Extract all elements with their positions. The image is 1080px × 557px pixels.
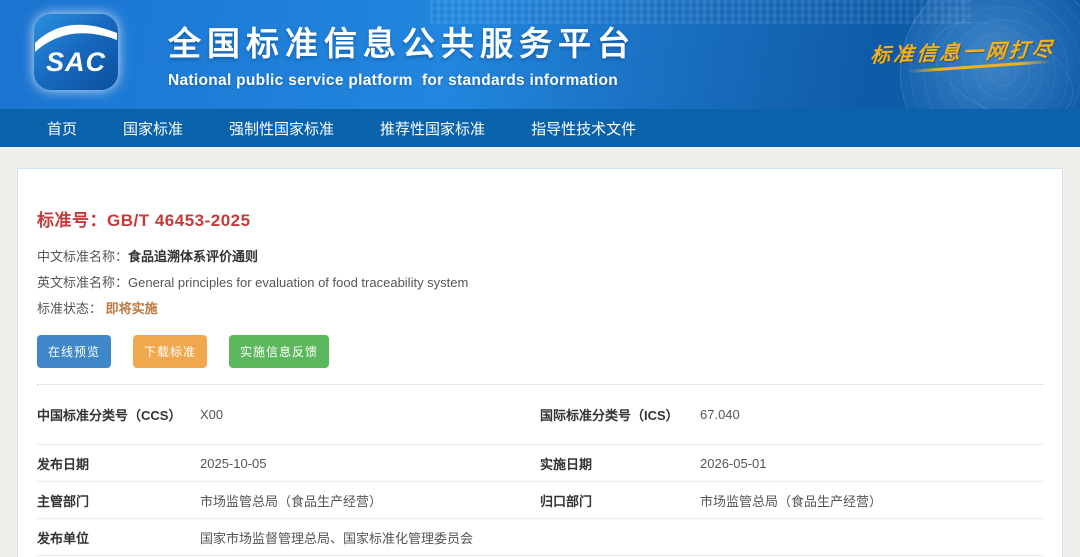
download-standard-button[interactable]: 下载标准: [133, 335, 207, 368]
publish-date-value: 2025-10-05: [200, 456, 540, 471]
ccs-value: X00: [200, 407, 540, 422]
publish-date-label: 发布日期: [37, 454, 200, 473]
table-row: 发布日期 2025-10-05 实施日期 2026-05-01: [37, 445, 1043, 482]
site-title: 全国标准信息公共服务平台: [168, 17, 636, 65]
online-preview-button[interactable]: 在线预览: [37, 335, 111, 368]
implement-date-label: 实施日期: [540, 454, 700, 473]
en-name-value: General principles for evaluation of foo…: [128, 275, 468, 290]
nav-item-recommended-standards[interactable]: 推荐性国家标准: [380, 118, 485, 139]
table-row: 中国标准分类号（CCS） X00 国际标准分类号（ICS） 67.040: [37, 385, 1043, 445]
action-buttons: 在线预览 下载标准 实施信息反馈: [37, 335, 1043, 368]
table-row: 主管部门 市场监管总局（食品生产经营） 归口部门 市场监管总局（食品生产经营）: [37, 482, 1043, 519]
main-navbar: 首页 国家标准 强制性国家标准 推荐性国家标准 指导性技术文件: [0, 109, 1080, 147]
sac-logo-icon: SAC: [33, 13, 119, 91]
status-label: 标准状态：: [37, 301, 102, 316]
cn-name-value: 食品追溯体系评价通则: [128, 249, 258, 264]
standard-fields: 中文标准名称：食品追溯体系评价通则 英文标准名称：General princip…: [37, 244, 1043, 322]
app-header: SAC 全国标准信息公共服务平台 National public service…: [0, 0, 1080, 109]
svg-text:SAC: SAC: [46, 47, 106, 77]
nav-item-guiding-documents[interactable]: 指导性技术文件: [531, 118, 636, 139]
implementation-feedback-button[interactable]: 实施信息反馈: [229, 335, 329, 368]
standard-detail-card: 标准号：GB/T 46453-2025 中文标准名称：食品追溯体系评价通则 英文…: [17, 168, 1063, 557]
status-badge: 即将实施: [106, 301, 158, 316]
publish-unit-label: 发布单位: [37, 528, 200, 547]
nav-item-mandatory-standards[interactable]: 强制性国家标准: [229, 118, 334, 139]
competent-dept-value: 市场监管总局（食品生产经营）: [200, 491, 540, 510]
centralized-dept-value: 市场监管总局（食品生产经营）: [700, 491, 1043, 510]
implement-date-value: 2026-05-01: [700, 456, 1043, 471]
standard-number-line: 标准号：GB/T 46453-2025: [37, 169, 1043, 231]
ics-label: 国际标准分类号（ICS）: [540, 405, 700, 424]
nav-item-national-standards[interactable]: 国家标准: [123, 118, 183, 139]
en-name-label: 英文标准名称：: [37, 275, 128, 290]
field-cn-name: 中文标准名称：食品追溯体系评价通则: [37, 244, 1043, 270]
sac-logo[interactable]: SAC: [33, 13, 119, 91]
field-status: 标准状态： 即将实施: [37, 296, 1043, 322]
cn-name-label: 中文标准名称：: [37, 249, 128, 264]
field-en-name: 英文标准名称：General principles for evaluation…: [37, 270, 1043, 296]
standard-number-label: 标准号：: [37, 211, 107, 230]
competent-dept-label: 主管部门: [37, 491, 200, 510]
nav-item-home[interactable]: 首页: [47, 118, 77, 139]
page-body: 标准号：GB/T 46453-2025 中文标准名称：食品追溯体系评价通则 英文…: [0, 147, 1080, 557]
standard-info-table: 中国标准分类号（CCS） X00 国际标准分类号（ICS） 67.040 发布日…: [37, 385, 1043, 556]
site-subtitle: National public service platform for sta…: [168, 72, 636, 90]
ics-value: 67.040: [700, 407, 1043, 422]
publish-unit-value: 国家市场监督管理总局、国家标准化管理委员会: [200, 528, 540, 547]
ccs-label: 中国标准分类号（CCS）: [37, 405, 200, 424]
centralized-dept-label: 归口部门: [540, 491, 700, 510]
table-row: 发布单位 国家市场监督管理总局、国家标准化管理委员会: [37, 519, 1043, 556]
standard-number-value: GB/T 46453-2025: [107, 211, 251, 230]
site-title-block: 全国标准信息公共服务平台 National public service pla…: [168, 17, 636, 90]
